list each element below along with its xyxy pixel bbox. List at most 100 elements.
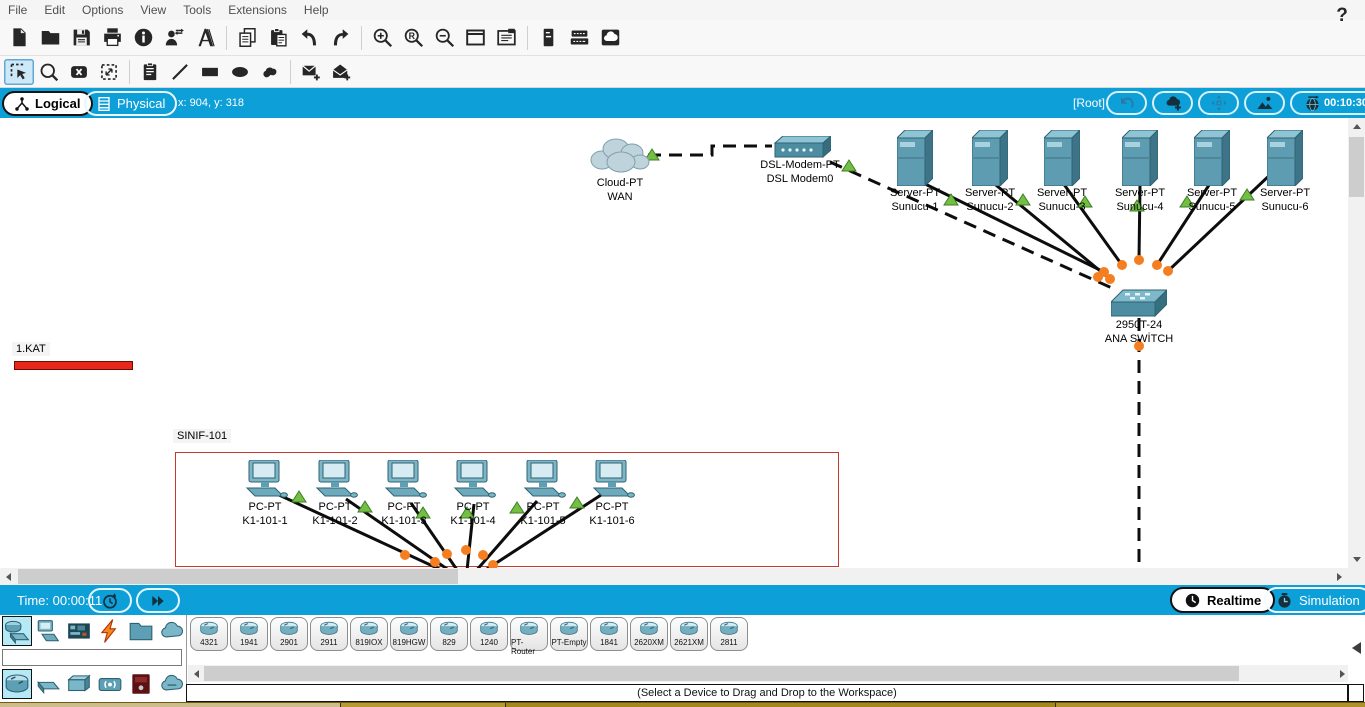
model-pt-router[interactable]: PT-Router — [510, 617, 548, 651]
model-829[interactable]: 829 — [430, 617, 468, 651]
add-simple-pdu-button[interactable] — [296, 59, 326, 85]
device-cluster-button[interactable] — [564, 24, 595, 52]
custom-devices-dialog-button[interactable] — [491, 24, 522, 52]
model-819iox[interactable]: 819IOX — [350, 617, 388, 651]
copy-button[interactable] — [232, 24, 263, 52]
tab-logical[interactable]: Logical — [2, 91, 93, 116]
category-hubs[interactable] — [64, 669, 94, 699]
draw-line-button[interactable] — [165, 59, 195, 85]
tab-physical[interactable]: Physical — [84, 91, 177, 116]
category-routers[interactable] — [2, 669, 32, 699]
collapse-palette-arrow[interactable] — [1352, 642, 1361, 654]
palette-scroll-left-button[interactable] — [188, 665, 205, 682]
back-button[interactable] — [1106, 91, 1147, 115]
floor-label[interactable]: 1.KAT — [12, 342, 50, 356]
category-miscellaneous[interactable] — [126, 616, 156, 646]
model-819hgw[interactable]: 819HGW — [390, 617, 428, 651]
device-k1-101-6[interactable]: PC-PTK1-101-6 — [567, 460, 657, 528]
device-ana-swi̇tch[interactable]: 2950T-24ANA SWİTCH — [1094, 288, 1184, 346]
model-1941[interactable]: 1941 — [230, 617, 268, 651]
save-button[interactable] — [66, 24, 97, 52]
paste-button[interactable] — [263, 24, 294, 52]
canvas-v-scrollbar[interactable] — [1348, 118, 1365, 585]
canvas-h-scrollbar[interactable] — [0, 568, 1348, 585]
model-1240[interactable]: 1240 — [470, 617, 508, 651]
add-complex-pdu-button[interactable] — [326, 59, 356, 85]
model-2901[interactable]: 2901 — [270, 617, 308, 651]
new-file-button[interactable] — [4, 24, 35, 52]
multiuser-tower-button[interactable] — [190, 24, 221, 52]
new-cluster-button[interactable] — [1152, 91, 1193, 115]
category-components[interactable] — [64, 616, 94, 646]
zoom-reset-button[interactable]: R — [398, 24, 429, 52]
menu-help[interactable]: Help — [304, 3, 329, 17]
category-network-devices[interactable] — [2, 616, 32, 646]
category-security[interactable] — [126, 669, 156, 699]
category-switches[interactable] — [33, 669, 63, 699]
category-multiuser[interactable] — [157, 616, 187, 646]
inspect-button[interactable] — [34, 59, 64, 85]
zoom-in-button[interactable] — [367, 24, 398, 52]
model-pt-empty[interactable]: PT-Empty — [550, 617, 588, 651]
category-wan-emulation[interactable] — [157, 669, 187, 699]
realtime-clock-icon — [1184, 592, 1201, 609]
model-2621xm[interactable]: 2621XM — [670, 617, 708, 651]
v-scroll-thumb[interactable] — [1349, 137, 1364, 197]
scroll-left-button[interactable] — [0, 568, 17, 585]
open-folder-button[interactable] — [35, 24, 66, 52]
category-connections[interactable] — [95, 616, 125, 646]
place-note-button[interactable] — [135, 59, 165, 85]
model-2911[interactable]: 2911 — [310, 617, 348, 651]
menu-file[interactable]: File — [8, 3, 27, 17]
viewport-clock[interactable]: 00:10:30 — [1290, 91, 1365, 115]
drawing-palette-button[interactable] — [460, 24, 491, 52]
floor-bar-shape[interactable] — [14, 361, 133, 370]
delete-button[interactable] — [64, 59, 94, 85]
workspace-canvas[interactable]: 1.KAT SINIF-101 Cloud-PTWAN DSL-Modem-PTD… — [0, 118, 1348, 568]
scroll-down-button[interactable] — [1348, 551, 1365, 568]
pdu-tower-button[interactable] — [533, 24, 564, 52]
model-4321[interactable]: 4321 — [190, 617, 228, 651]
draw-ellipse-button[interactable] — [225, 59, 255, 85]
category-wireless-devices[interactable] — [95, 669, 125, 699]
device-wan[interactable]: Cloud-PTWAN — [575, 134, 665, 204]
zoom-out-button[interactable] — [429, 24, 460, 52]
h-scroll-thumb[interactable] — [18, 569, 458, 584]
menu-extensions[interactable]: Extensions — [228, 3, 287, 17]
move-object-button[interactable] — [1198, 91, 1239, 115]
power-cycle-devices-button[interactable] — [88, 588, 132, 613]
model-2811[interactable]: 2811 — [710, 617, 748, 651]
cloud-services-button[interactable] — [595, 24, 626, 52]
help-button[interactable]: ? — [1331, 5, 1353, 27]
model-2620xm[interactable]: 2620XM — [630, 617, 668, 651]
category-end-devices[interactable] — [33, 616, 63, 646]
activity-wizard-button[interactable] — [159, 24, 190, 52]
tab-realtime[interactable]: Realtime — [1170, 587, 1275, 613]
menu-options[interactable]: Options — [82, 3, 123, 17]
draw-freeform-button[interactable] — [255, 59, 285, 85]
select-button[interactable] — [4, 59, 34, 85]
device-sunucu-6[interactable]: Server-PTSunucu-6 — [1240, 130, 1330, 214]
scroll-right-button[interactable] — [1331, 568, 1348, 585]
cable-link-0[interactable] — [648, 146, 772, 155]
set-tiled-background-button[interactable] — [1244, 91, 1285, 115]
draw-rectangle-button[interactable] — [195, 59, 225, 85]
palette-scroll-right-button[interactable] — [1334, 665, 1351, 682]
palette-h-scrollbar[interactable] — [188, 665, 1348, 682]
palette-scroll-thumb[interactable] — [204, 666, 1239, 681]
menu-view[interactable]: View — [140, 3, 166, 17]
fast-forward-time-button[interactable] — [136, 588, 180, 613]
tab-simulation[interactable]: Simulation — [1264, 587, 1365, 613]
print-button[interactable] — [97, 24, 128, 52]
redo-button[interactable] — [325, 24, 356, 52]
scroll-up-button[interactable] — [1348, 118, 1365, 135]
menu-edit[interactable]: Edit — [44, 3, 65, 17]
menu-tools[interactable]: Tools — [183, 3, 211, 17]
network-info-button[interactable] — [128, 24, 159, 52]
room-label[interactable]: SINIF-101 — [173, 429, 231, 443]
model-1841[interactable]: 1841 — [590, 617, 628, 651]
resize-shape-button[interactable] — [94, 59, 124, 85]
undo-button[interactable] — [294, 24, 325, 52]
device-sunucu-3[interactable]: Server-PTSunucu-3 — [1017, 130, 1107, 214]
device-dsl-modem0[interactable]: DSL-Modem-PTDSL Modem0 — [755, 136, 845, 186]
